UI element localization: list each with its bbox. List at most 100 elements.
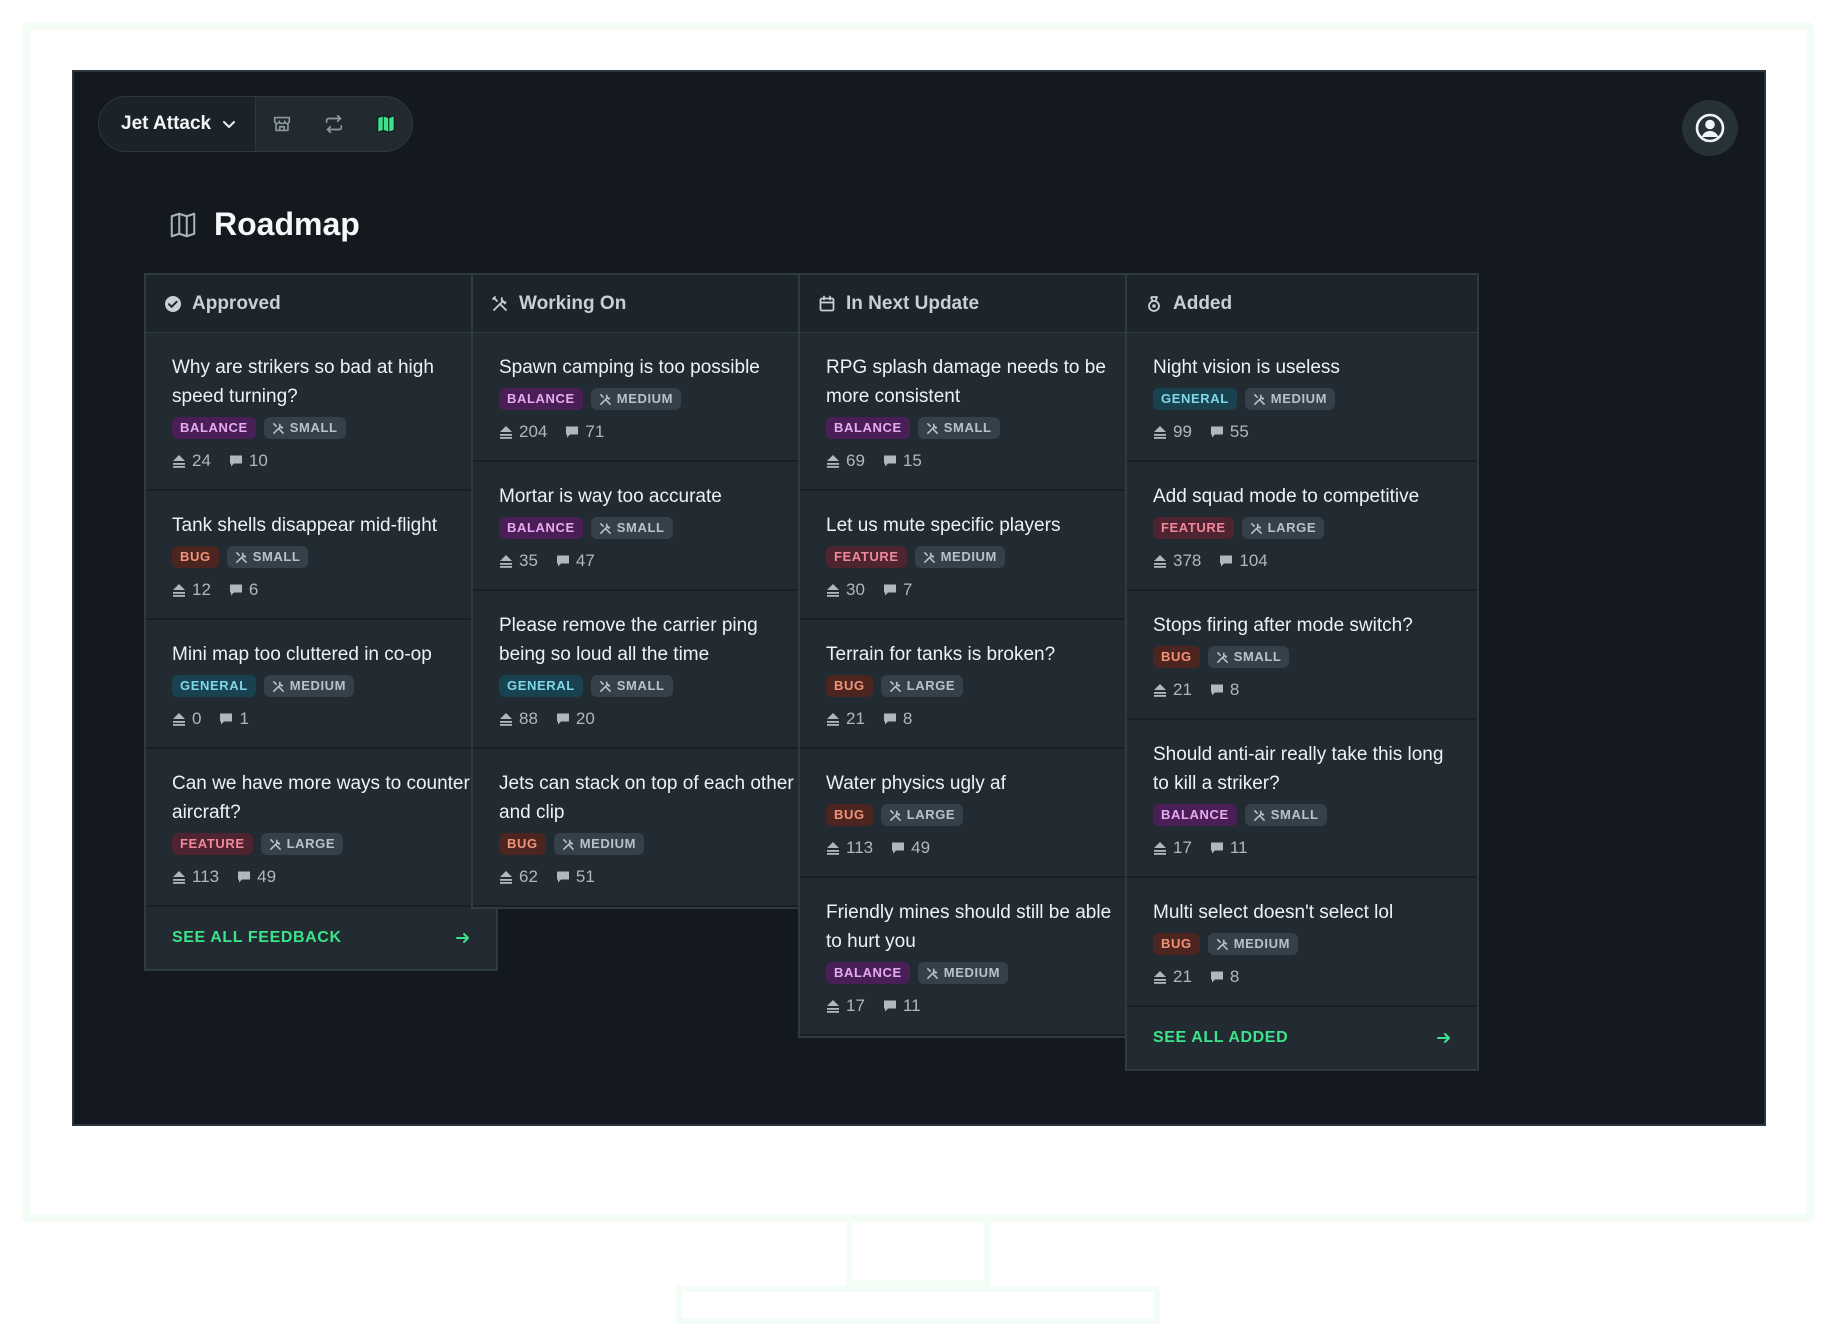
feedback-card[interactable]: Add squad mode to competitive FEATURE LARG…: [1127, 462, 1477, 591]
size-tag: MEDIUM: [917, 962, 1009, 984]
feedback-card[interactable]: Multi select doesn't select lol BUG MEDIUM…: [1127, 878, 1477, 1007]
vote-count-value: 99: [1173, 422, 1192, 441]
category-tag[interactable]: FEATURE: [1153, 517, 1234, 539]
vote-count[interactable]: 17: [1153, 838, 1192, 858]
feedback-card[interactable]: Mini map too cluttered in co-op GENERAL ME…: [146, 620, 496, 749]
nav-roadmap-button[interactable]: [360, 97, 412, 151]
votes-icon: [173, 871, 185, 884]
feedback-card[interactable]: Tank shells disappear mid-flight BUG SMALL…: [146, 491, 496, 620]
tools-icon: [272, 680, 284, 692]
category-tag[interactable]: GENERAL: [499, 675, 583, 697]
column-in-next-update: In Next Update RPG splash damage needs to…: [798, 273, 1152, 1038]
size-label: LARGE: [1267, 520, 1317, 535]
feedback-card[interactable]: Stops firing after mode switch? BUG SMALL 2…: [1127, 591, 1477, 720]
comment-count[interactable]: 6: [229, 580, 258, 600]
vote-count[interactable]: 21: [1153, 967, 1192, 987]
category-tag[interactable]: BALANCE: [826, 962, 910, 984]
feedback-card[interactable]: Friendly mines should still be able to h…: [800, 878, 1150, 1036]
category-tag[interactable]: GENERAL: [172, 675, 256, 697]
nav-store-button[interactable]: [256, 97, 308, 151]
category-tag[interactable]: BALANCE: [499, 517, 583, 539]
feedback-card[interactable]: Night vision is useless GENERAL MEDIUM 99 55: [1127, 333, 1477, 462]
feedback-card[interactable]: Jets can stack on top of each other and …: [473, 749, 823, 907]
tools-icon: [1253, 809, 1265, 821]
nav-swap-button[interactable]: [308, 97, 360, 151]
category-tag[interactable]: BUG: [499, 833, 546, 855]
feedback-card[interactable]: Water physics ugly af BUG LARGE 113 49: [800, 749, 1150, 878]
size-label: MEDIUM: [616, 391, 674, 406]
comment-count[interactable]: 51: [556, 867, 595, 887]
comment-count[interactable]: 104: [1219, 551, 1268, 571]
category-tag[interactable]: BUG: [172, 546, 219, 568]
comment-count[interactable]: 8: [883, 709, 912, 729]
user-avatar-button[interactable]: [1682, 100, 1738, 156]
comment-count[interactable]: 49: [891, 838, 930, 858]
comment-count[interactable]: 20: [556, 709, 595, 729]
comment-count[interactable]: 7: [883, 580, 912, 600]
see-all-link[interactable]: SEE ALL FEEDBACK: [146, 907, 496, 969]
vote-count[interactable]: 113: [172, 867, 219, 887]
category-tag[interactable]: GENERAL: [1153, 388, 1237, 410]
user-circle-icon: [1695, 113, 1725, 143]
category-tag[interactable]: BALANCE: [172, 417, 256, 439]
vote-count[interactable]: 21: [1153, 680, 1192, 700]
category-tag[interactable]: BUG: [1153, 646, 1200, 668]
see-all-link[interactable]: SEE ALL ADDED: [1127, 1007, 1477, 1069]
vote-count[interactable]: 62: [499, 867, 538, 887]
comment-icon: [883, 713, 896, 725]
card-title: Tank shells disappear mid-flight: [172, 515, 438, 536]
category-tag[interactable]: FEATURE: [172, 833, 253, 855]
comment-count[interactable]: 71: [565, 422, 604, 442]
card-title: Why are strikers so bad at high speed tu…: [172, 357, 434, 407]
category-tag[interactable]: BALANCE: [1153, 804, 1237, 826]
comment-count[interactable]: 1: [219, 709, 249, 729]
vote-count[interactable]: 30: [826, 580, 865, 600]
chevron-down-icon: [223, 121, 236, 128]
category-tag[interactable]: BUG: [1153, 933, 1200, 955]
vote-count[interactable]: 204: [499, 422, 547, 442]
comment-count[interactable]: 8: [1210, 680, 1239, 700]
comment-count[interactable]: 8: [1210, 967, 1239, 987]
size-label: SMALL: [1270, 807, 1319, 822]
comment-count[interactable]: 55: [1210, 422, 1249, 442]
vote-count[interactable]: 24: [172, 451, 211, 471]
comment-count[interactable]: 11: [883, 996, 921, 1016]
vote-count[interactable]: 88: [499, 709, 538, 729]
feedback-card[interactable]: Can we have more ways to counter aircraf…: [146, 749, 496, 907]
comment-count[interactable]: 47: [556, 551, 595, 571]
feedback-card[interactable]: RPG splash damage needs to be more consi…: [800, 333, 1150, 491]
category-tag[interactable]: BALANCE: [499, 388, 583, 410]
vote-count[interactable]: 12: [172, 580, 211, 600]
size-label: SMALL: [1233, 649, 1282, 664]
vote-count[interactable]: 17: [826, 996, 865, 1016]
vote-count[interactable]: 35: [499, 551, 538, 571]
category-tag[interactable]: BUG: [826, 804, 873, 826]
size-tag: SMALL: [1207, 646, 1290, 668]
category-tag[interactable]: FEATURE: [826, 546, 907, 568]
vote-count[interactable]: 21: [826, 709, 865, 729]
comment-count[interactable]: 11: [1210, 838, 1248, 858]
feedback-card[interactable]: Should anti-air really take this long to…: [1127, 720, 1477, 878]
feedback-card[interactable]: Terrain for tanks is broken? BUG LARGE 21 8: [800, 620, 1150, 749]
vote-count[interactable]: 69: [826, 451, 865, 471]
check-circle-icon: [164, 295, 182, 313]
vote-count[interactable]: 99: [1153, 422, 1192, 442]
vote-count[interactable]: 0: [172, 709, 201, 729]
vote-count[interactable]: 113: [826, 838, 873, 858]
votes-icon: [173, 455, 185, 468]
comment-count[interactable]: 49: [237, 867, 276, 887]
feedback-card[interactable]: Mortar is way too accurate BALANCE SMALL 35…: [473, 462, 823, 591]
comment-count[interactable]: 10: [229, 451, 268, 471]
comment-icon: [1220, 555, 1233, 567]
category-tag[interactable]: BUG: [826, 675, 873, 697]
comment-count[interactable]: 15: [883, 451, 922, 471]
feedback-card[interactable]: Please remove the carrier ping being so …: [473, 591, 823, 749]
category-tag[interactable]: BALANCE: [826, 417, 910, 439]
top-nav: Jet Attack: [98, 96, 414, 152]
feedback-card[interactable]: Let us mute specific players FEATURE MEDIU…: [800, 491, 1150, 620]
feedback-card[interactable]: Why are strikers so bad at high speed tu…: [146, 333, 496, 491]
game-select[interactable]: Jet Attack: [99, 97, 257, 151]
size-label: MEDIUM: [579, 836, 637, 851]
vote-count[interactable]: 378: [1153, 551, 1201, 571]
feedback-card[interactable]: Spawn camping is too possible BALANCE MEDI…: [473, 333, 823, 462]
